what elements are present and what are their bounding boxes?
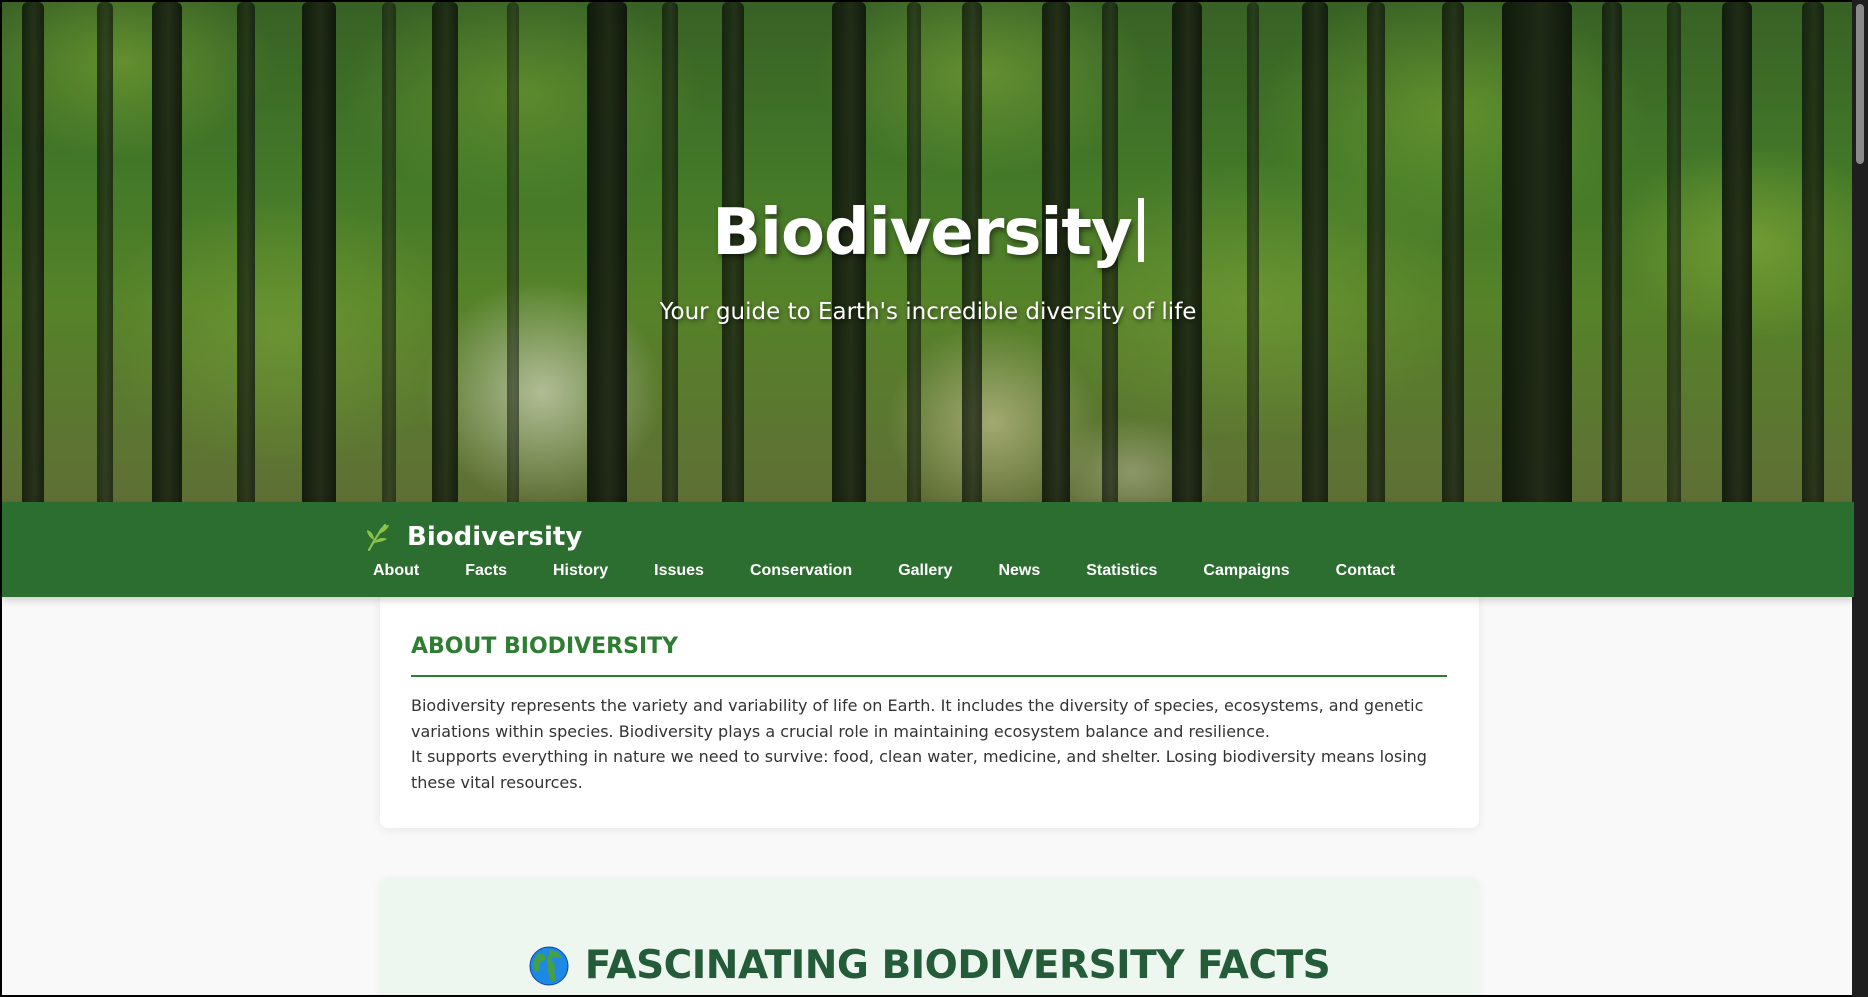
facts-heading-row: FASCINATING BIODIVERSITY FACTS — [380, 943, 1479, 988]
hero-title: Biodiversity — [2, 194, 1854, 272]
about-section: ABOUT BIODIVERSITY Biodiversity represen… — [380, 592, 1479, 828]
typing-cursor — [1137, 198, 1144, 262]
nav-link-statistics[interactable]: Statistics — [1086, 562, 1157, 580]
scrollbar-thumb[interactable] — [1856, 4, 1864, 164]
about-paragraph-2: It supports everything in nature we need… — [411, 747, 1427, 792]
facts-heading: FASCINATING BIODIVERSITY FACTS — [584, 943, 1331, 988]
nav-link-issues[interactable]: Issues — [654, 562, 704, 580]
hero-banner: Biodiversity Your guide to Earth's incre… — [2, 2, 1854, 502]
about-heading: ABOUT BIODIVERSITY — [411, 634, 679, 659]
page-scrollbar[interactable] — [1852, 0, 1868, 997]
nav-link-about[interactable]: About — [373, 562, 419, 580]
main-navbar: Biodiversity About Facts History Issues … — [2, 502, 1854, 597]
about-body: Biodiversity represents the variety and … — [411, 693, 1451, 795]
about-divider — [411, 675, 1447, 677]
nav-link-news[interactable]: News — [998, 562, 1040, 580]
nav-link-conservation[interactable]: Conservation — [750, 562, 852, 580]
hero-title-text: Biodiversity — [712, 196, 1132, 270]
page-viewport: Biodiversity Your guide to Earth's incre… — [2, 2, 1854, 995]
nav-link-facts[interactable]: Facts — [465, 562, 507, 580]
nav-link-campaigns[interactable]: Campaigns — [1203, 562, 1289, 580]
nav-link-history[interactable]: History — [553, 562, 608, 580]
about-paragraph-1: Biodiversity represents the variety and … — [411, 696, 1424, 741]
brand-name: Biodiversity — [407, 522, 583, 552]
leaf-icon — [365, 523, 391, 551]
nav-link-contact[interactable]: Contact — [1336, 562, 1396, 580]
brand[interactable]: Biodiversity — [365, 520, 582, 554]
hero-subtitle: Your guide to Earth's incredible diversi… — [659, 299, 1197, 325]
nav-links: About Facts History Issues Conservation … — [373, 562, 1441, 580]
globe-icon — [529, 946, 569, 986]
nav-link-gallery[interactable]: Gallery — [898, 562, 952, 580]
facts-section: FASCINATING BIODIVERSITY FACTS — [380, 877, 1479, 995]
